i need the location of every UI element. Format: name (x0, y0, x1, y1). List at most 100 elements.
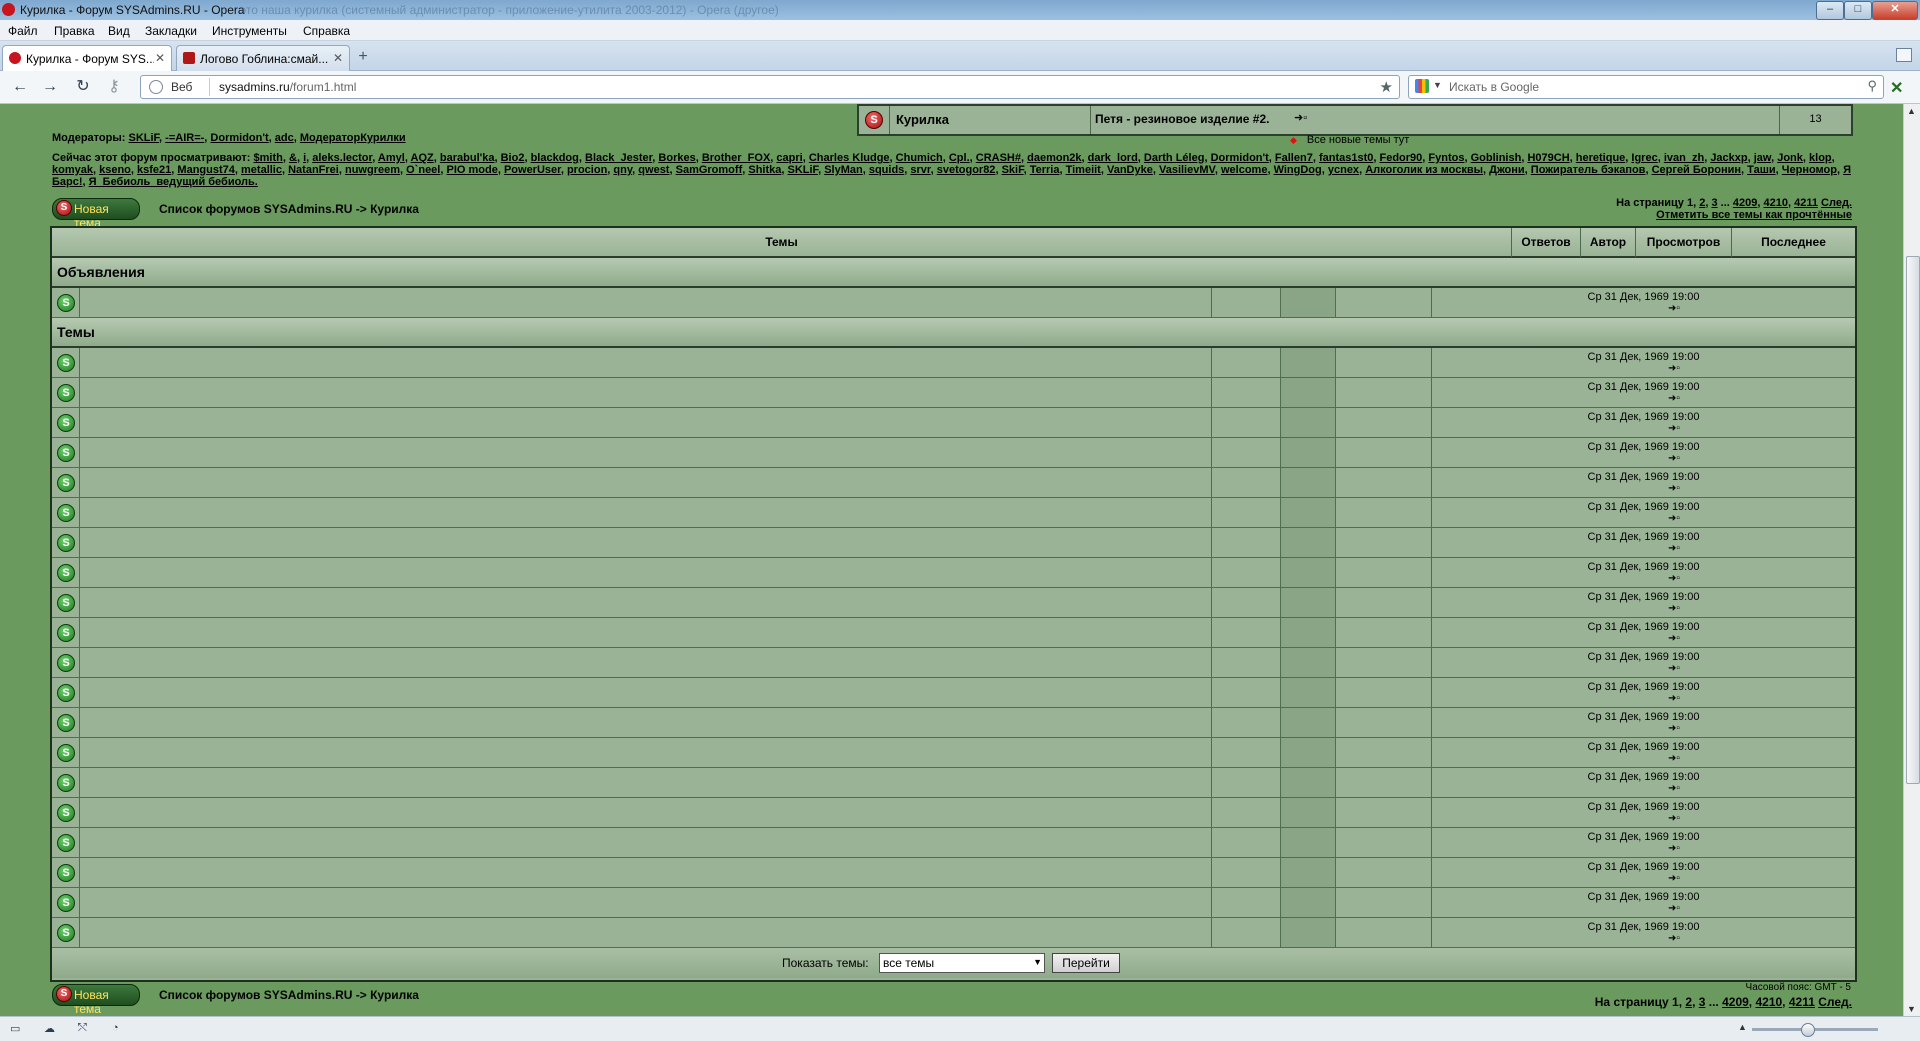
viewer-link[interactable]: aleks.lector (312, 152, 372, 164)
topic-title-cell[interactable] (80, 348, 1212, 377)
chevron-down-icon[interactable]: ▼ (1433, 80, 1442, 90)
viewer-link[interactable]: Terria (1030, 164, 1060, 176)
viewer-link[interactable]: metallic (241, 164, 282, 176)
viewer-link[interactable]: Таши (1747, 164, 1776, 176)
viewer-link[interactable]: Goblinish (1471, 152, 1522, 164)
pager-page-link[interactable]: 4210 (1755, 995, 1782, 1009)
viewer-link[interactable]: Сергей Боронин (1652, 164, 1741, 176)
viewer-link[interactable]: WingDog (1274, 164, 1322, 176)
goto-last-post-icon[interactable]: ➜▫ (1668, 303, 1680, 314)
close-tab-icon[interactable]: ✕ (333, 51, 343, 65)
topic-title-cell[interactable] (80, 468, 1212, 497)
viewer-link[interactable]: kseno (99, 164, 131, 176)
tab-kurilka[interactable]: Курилка - Форум SYS... ✕ (2, 45, 172, 72)
pager-page-link[interactable]: 2 (1699, 197, 1705, 209)
bookmark-star-icon[interactable]: ★ (1380, 78, 1393, 96)
viewer-link[interactable]: ycnex (1328, 164, 1359, 176)
share-icon[interactable]: ⤲ (78, 1022, 92, 1034)
viewer-link[interactable]: qwest (638, 164, 669, 176)
zoom-knob[interactable] (1801, 1023, 1815, 1037)
scroll-thumb[interactable] (1906, 256, 1920, 784)
goto-last-post-icon[interactable]: ➜▫ (1668, 483, 1680, 494)
topic-title-cell[interactable] (80, 648, 1212, 677)
viewer-link[interactable]: Jonk (1777, 152, 1803, 164)
viewer-link[interactable]: jaw (1754, 152, 1771, 164)
breadcrumb-bottom[interactable]: Список форумов SYSAdmins.RU -> Курилка (159, 988, 419, 1002)
viewer-link[interactable]: VasilievMV (1159, 164, 1215, 176)
moderator-link[interactable]: МодераторКурилки (300, 132, 406, 144)
viewer-link[interactable]: Алкоголик из москвы (1365, 164, 1483, 176)
viewer-link[interactable]: blackdog (531, 152, 579, 164)
pager-page-link[interactable]: 4211 (1789, 995, 1815, 1009)
goto-last-post-icon[interactable]: ➜▫ (1668, 843, 1680, 854)
google-icon[interactable] (1415, 79, 1429, 93)
topic-title-cell[interactable] (80, 798, 1212, 827)
viewer-link[interactable]: Chumich (896, 152, 943, 164)
key-icon[interactable]: ⚷ (104, 77, 124, 97)
viewer-link[interactable]: welcome (1221, 164, 1267, 176)
viewer-link[interactable]: nuwgreem (345, 164, 400, 176)
viewer-link[interactable]: PowerUser (504, 164, 561, 176)
pager-page-link[interactable]: 2 (1685, 995, 1692, 1009)
viewer-link[interactable]: & (289, 152, 297, 164)
tools-icon[interactable]: ✕ (1890, 78, 1903, 98)
goto-last-post-icon[interactable]: ➜▫ (1668, 903, 1680, 914)
viewer-link[interactable]: Timeiit (1066, 164, 1101, 176)
menu-file[interactable]: Файл (8, 24, 38, 38)
goto-last-post-icon[interactable]: ➜▫ (1668, 723, 1680, 734)
viewer-link[interactable]: Igrec (1631, 152, 1657, 164)
scroll-up-icon[interactable]: ▲ (1907, 106, 1916, 116)
viewer-link[interactable]: Black_Jester (585, 152, 652, 164)
viewer-link[interactable]: dark_lord (1088, 152, 1138, 164)
topic-title-cell[interactable] (80, 408, 1212, 437)
topic-title-cell[interactable] (80, 708, 1212, 737)
topic-title-cell[interactable] (80, 438, 1212, 467)
pager-page-link[interactable]: 4209 (1722, 995, 1749, 1009)
close-tab-icon[interactable]: ✕ (155, 51, 165, 65)
viewer-link[interactable]: NatanFrei (288, 164, 339, 176)
goto-last-post-icon[interactable]: ➜▫ (1668, 363, 1680, 374)
address-field[interactable]: Веб sysadmins.ru/forum1.html ★ (140, 75, 1400, 99)
topic-title-cell[interactable] (80, 588, 1212, 617)
topic-title-cell[interactable] (80, 768, 1212, 797)
viewer-link[interactable]: srvr (910, 164, 930, 176)
viewer-link[interactable]: fantas1st0 (1319, 152, 1373, 164)
viewer-link[interactable]: procion (567, 164, 607, 176)
back-arrow-icon[interactable]: ← (10, 77, 30, 97)
viewer-link[interactable]: heretique (1576, 152, 1626, 164)
viewer-link[interactable]: ksfe21 (137, 164, 171, 176)
topic-title-cell[interactable] (80, 678, 1212, 707)
menu-edit[interactable]: Правка (54, 24, 95, 38)
goto-last-post-icon[interactable]: ➜▫ (1668, 543, 1680, 554)
menu-help[interactable]: Справка (303, 24, 350, 38)
goto-last-post-icon[interactable]: ➜▫ (1668, 933, 1680, 944)
menu-bookmarks[interactable]: Закладки (145, 24, 197, 38)
viewer-link[interactable]: Пожиратель бэкапов (1531, 164, 1646, 176)
zoom-up-icon[interactable]: ▲ (1738, 1022, 1747, 1032)
viewer-link[interactable]: SamGromoff (676, 164, 743, 176)
new-topic-button-bottom[interactable]: S Новая тема (52, 984, 140, 1016)
scroll-down-icon[interactable]: ▼ (1907, 1004, 1916, 1014)
viewer-link[interactable]: svetogor82 (937, 164, 996, 176)
viewer-link[interactable]: capri (776, 152, 802, 164)
tab-goblin[interactable]: Логово Гоблина:смай... ✕ (176, 45, 350, 71)
pager-next-link[interactable]: След. (1818, 995, 1852, 1009)
pager-next-link[interactable]: След. (1821, 197, 1852, 209)
maximize-button[interactable]: □ (1844, 1, 1872, 20)
speed-dial-icon[interactable]: ◔ (112, 1022, 126, 1034)
viewer-link[interactable]: Черномор (1782, 164, 1837, 176)
viewer-link[interactable]: SlyMan (824, 164, 863, 176)
topic-title-cell[interactable] (80, 378, 1212, 407)
goto-last-post-icon[interactable]: ➜▫ (1668, 453, 1680, 464)
viewer-link[interactable]: Charles Kludge (809, 152, 890, 164)
search-icon[interactable]: ⚲ (1867, 78, 1877, 94)
goto-last-post-icon[interactable]: ➜▫ (1668, 513, 1680, 524)
close-window-button[interactable]: ✕ (1872, 1, 1918, 20)
goto-last-post-icon[interactable]: ➜▫ (1668, 633, 1680, 644)
goto-last-post-icon[interactable]: ➜▫ (1294, 111, 1307, 124)
forum-name-link[interactable]: Курилка (896, 112, 949, 127)
breadcrumb[interactable]: Список форумов SYSAdmins.RU -> Курилка (159, 202, 419, 216)
viewer-link[interactable]: Я_Бебиоль_ведущий бебиоль. (89, 176, 258, 188)
viewer-link[interactable]: i (303, 152, 306, 164)
vertical-scrollbar[interactable]: ▲ ▼ (1903, 104, 1920, 1016)
